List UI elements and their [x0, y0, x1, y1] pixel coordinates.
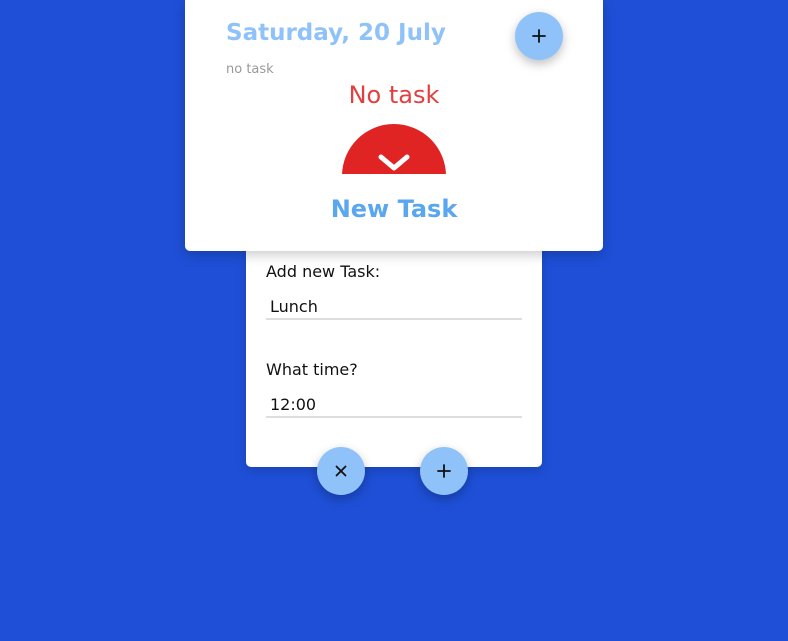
new-task-heading: New Task — [330, 195, 458, 223]
empty-state-title: No task — [348, 81, 440, 109]
date-title: Saturday, 20 July — [226, 20, 446, 46]
add-task-button[interactable] — [515, 12, 563, 60]
new-task-form: Add new Task: What time? — [246, 220, 542, 467]
chevron-down-icon — [375, 150, 413, 174]
toggle-form-button[interactable] — [342, 124, 446, 174]
close-icon — [335, 465, 347, 477]
confirm-add-task-button[interactable] — [420, 447, 468, 495]
plus-icon — [437, 464, 451, 478]
task-time-input[interactable] — [266, 392, 522, 418]
cancel-task-button[interactable] — [317, 447, 365, 495]
time-label: What time? — [266, 360, 358, 379]
plus-icon — [532, 29, 546, 43]
task-label: Add new Task: — [266, 262, 381, 281]
task-count: no task — [226, 62, 274, 77]
task-name-input[interactable] — [266, 294, 522, 320]
